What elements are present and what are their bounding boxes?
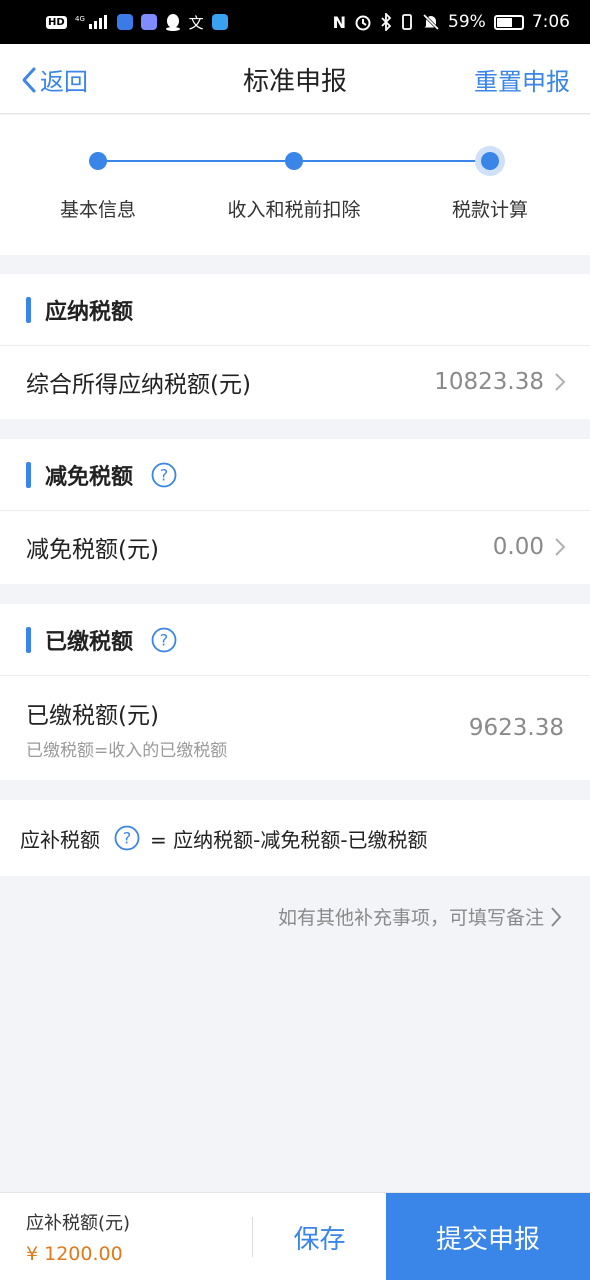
music-icon (140, 14, 157, 30)
row-value-group: 10823.38 (434, 369, 566, 395)
section-accent-bar (26, 626, 31, 653)
relief-tax-value: 0.00 (492, 534, 544, 560)
step-label-basic-info: 基本信息 (59, 199, 136, 221)
row-text-group: 已缴税额(元) 已缴税额=收入的已缴税额 (26, 696, 227, 761)
step-label-tax-calculation: 税款计算 (451, 199, 528, 221)
section-title: 应纳税额 (45, 299, 134, 325)
paid-tax-row: 已缴税额(元) 已缴税额=收入的已缴税额 9623.38 (0, 676, 590, 780)
relief-tax-section: 减免税额 ? 减免税额(元) 0.00 (0, 439, 590, 584)
supplement-tax-amount: ¥ 1200.00 (26, 1243, 123, 1265)
battery-percent: 59% (448, 12, 486, 32)
back-label: 返回 (40, 68, 88, 96)
paid-tax-value: 9623.38 (468, 715, 564, 741)
save-button[interactable]: 保存 (253, 1193, 386, 1280)
formula-expression: = 应纳税额-减免税额-已缴税额 (150, 827, 428, 852)
row-label: 已缴税额(元) (26, 702, 159, 729)
section-header: 应纳税额 (0, 274, 590, 346)
signal-icon: 4G (75, 14, 109, 30)
vibrate-icon (400, 13, 414, 31)
row-value-group: 0.00 (493, 534, 566, 560)
step-dot-basic-info (89, 152, 107, 170)
question-icon[interactable]: ? (151, 462, 177, 488)
supplement-tax-summary: 应补税额(元) ¥ 1200.00 (26, 1209, 130, 1265)
submit-declaration-button[interactable]: 提交申报 (386, 1193, 590, 1280)
send-icon (211, 14, 228, 30)
status-right: N 59% 7:06 (333, 12, 570, 32)
translate-icon: 文 (188, 13, 204, 32)
bluetooth-icon (380, 13, 392, 31)
section-title: 减免税额 (45, 464, 134, 490)
svg-text:?: ? (123, 829, 132, 848)
lightbulb-icon (116, 14, 133, 30)
row-sub-label: 已缴税额=收入的已缴税额 (26, 740, 228, 761)
clock-time: 7:06 (531, 12, 570, 32)
question-icon[interactable]: ? (151, 627, 177, 653)
section-header: 已缴税额 ? (0, 604, 590, 676)
svg-text:4G: 4G (75, 15, 85, 23)
reset-declaration-button[interactable]: 重置申报 (474, 62, 570, 97)
progress-stepper: 基本信息 收入和税前扣除 税款计算 (0, 115, 590, 255)
row-label: 减免税额(元) (26, 537, 159, 563)
section-accent-bar (26, 461, 31, 488)
svg-text:?: ? (160, 630, 169, 649)
step-label-income: 收入和税前扣除 (227, 199, 361, 221)
paid-tax-section: 已缴税额 ? 已缴税额(元) 已缴税额=收入的已缴税额 9623.38 (0, 604, 590, 780)
battery-icon (493, 14, 524, 30)
payable-tax-value: 10823.38 (434, 369, 544, 395)
status-left: HD 4G 文 (46, 12, 228, 33)
payable-tax-section: 应纳税额 综合所得应纳税额(元) 10823.38 (0, 274, 590, 419)
chevron-left-icon (22, 67, 36, 92)
section-header: 减免税额 ? (0, 439, 590, 511)
payable-tax-row[interactable]: 综合所得应纳税额(元) 10823.38 (0, 346, 590, 418)
nfc-icon: N (332, 12, 347, 32)
row-label: 综合所得应纳税额(元) (26, 372, 251, 398)
hd-badge: HD (46, 15, 67, 29)
bottom-action-bar: 应补税额(元) ¥ 1200.00 保存 提交申报 (0, 1192, 590, 1280)
supplement-tax-formula: 应补税额 ? = 应纳税额-减免税额-已缴税额 (0, 800, 590, 876)
qq-icon (165, 13, 181, 31)
chevron-right-icon (555, 538, 566, 556)
alarm-icon (354, 13, 372, 31)
formula-label: 应补税额 (20, 827, 100, 852)
chevron-right-icon (555, 373, 566, 391)
supplement-tax-label: 应补税额(元) (26, 1213, 131, 1234)
section-title: 已缴税额 (45, 629, 134, 655)
remark-link[interactable]: 如有其他补充事项，可填写备注 (278, 903, 562, 930)
step-connector (294, 160, 490, 162)
status-bar: HD 4G 文 N 59% 7:06 (0, 0, 590, 44)
remark-label: 如有其他补充事项，可填写备注 (277, 907, 544, 929)
section-accent-bar (26, 296, 31, 323)
question-icon[interactable]: ? (114, 825, 140, 851)
nav-bar: 返回 标准申报 重置申报 (0, 44, 590, 114)
back-button[interactable]: 返回 (20, 62, 88, 97)
chevron-right-icon (551, 906, 562, 927)
step-connector (98, 160, 294, 162)
step-dot-tax-calculation (475, 146, 505, 176)
relief-tax-row[interactable]: 减免税额(元) 0.00 (0, 511, 590, 583)
svg-text:?: ? (160, 465, 169, 484)
mute-icon (422, 13, 440, 31)
step-dot-income (285, 152, 303, 170)
